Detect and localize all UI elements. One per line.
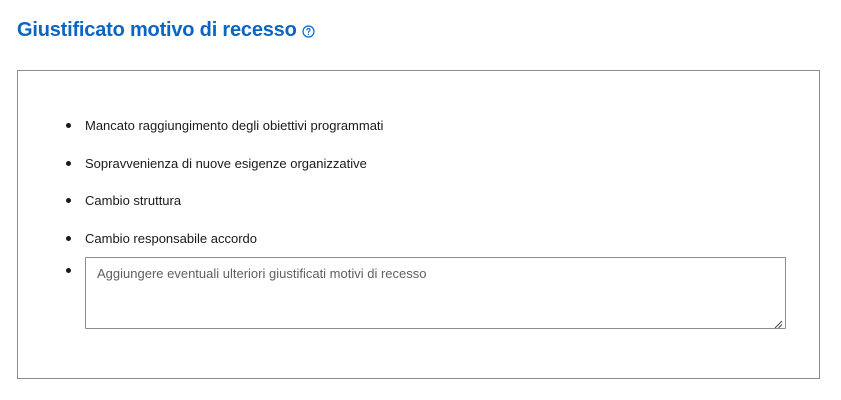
section-header: Giustificato motivo di recesso	[17, 17, 315, 43]
section-title: Giustificato motivo di recesso	[17, 19, 297, 41]
page: Giustificato motivo di recesso Mancato r…	[0, 0, 841, 400]
extra-reason-textarea[interactable]	[85, 257, 786, 329]
reason-item: Mancato raggiungimento degli obiettivi p…	[66, 118, 383, 133]
reason-label: Mancato raggiungimento degli obiettivi p…	[85, 118, 384, 133]
extra-reason-item	[66, 257, 786, 329]
reason-label: Cambio responsabile accordo	[85, 231, 257, 246]
bullet	[66, 236, 71, 241]
reason-item: Cambio struttura	[66, 193, 181, 208]
reason-label: Cambio struttura	[85, 193, 182, 208]
reasons-panel: Mancato raggiungimento degli obiettivi p…	[17, 70, 820, 379]
bullet	[66, 161, 71, 166]
bullet	[66, 123, 71, 128]
bullet	[66, 268, 71, 273]
bullet	[66, 198, 71, 203]
question-circle-icon[interactable]	[302, 24, 315, 38]
reason-label: Sopravvenienza di nuove esigenze organiz…	[85, 156, 367, 171]
reason-item: Sopravvenienza di nuove esigenze organiz…	[66, 156, 367, 171]
extra-reason-wrapper	[85, 257, 786, 329]
resize-handle-icon[interactable]	[773, 316, 783, 329]
reason-item: Cambio responsabile accordo	[66, 231, 257, 246]
